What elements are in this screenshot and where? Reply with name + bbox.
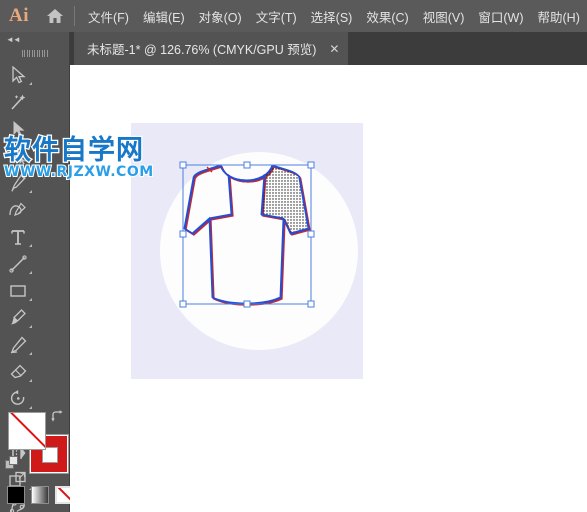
gradient-mode-button[interactable]: [31, 486, 49, 504]
document-tab-title: 未标题-1* @ 126.76% (CMYK/GPU 预览): [87, 43, 317, 57]
color-mode-button[interactable]: [7, 486, 25, 504]
paint-mode-row: [7, 486, 73, 504]
type-tool[interactable]: [1, 223, 35, 250]
document-tab[interactable]: 未标题-1* @ 126.76% (CMYK/GPU 预览) ✕: [74, 32, 349, 65]
none-slash-icon: [10, 413, 45, 449]
menu-file[interactable]: 文件(F): [81, 4, 136, 29]
menu-divider: [74, 6, 75, 26]
flyout-corner-icon: [29, 190, 32, 193]
flyout-corner-icon: [29, 82, 32, 85]
menu-effect[interactable]: 效果(C): [359, 4, 415, 29]
menu-window[interactable]: 窗口(W): [471, 4, 530, 29]
lasso-tool[interactable]: [1, 142, 35, 169]
menu-help[interactable]: 帮助(H): [531, 4, 587, 29]
fill-color-swatch[interactable]: [8, 412, 46, 450]
selection-tool[interactable]: [1, 61, 35, 88]
default-colors-icon[interactable]: [5, 456, 19, 470]
document-tab-bar: 未标题-1* @ 126.76% (CMYK/GPU 预览) ✕: [70, 32, 587, 65]
flyout-corner-icon: [29, 325, 32, 328]
rectangle-tool[interactable]: [1, 277, 35, 304]
flyout-corner-icon: [29, 352, 32, 355]
magic-wand-tool[interactable]: [1, 88, 35, 115]
artboard[interactable]: [131, 123, 363, 379]
menu-bar: Ai 文件(F) 编辑(E) 对象(O) 文字(T) 选择(S) 效果(C) 视…: [0, 0, 587, 32]
flyout-corner-icon: [29, 298, 32, 301]
line-segment-tool[interactable]: [1, 250, 35, 277]
menu-type[interactable]: 文字(T): [249, 4, 304, 29]
tshirt-paths: [183, 164, 311, 306]
curvature-tool[interactable]: [1, 196, 35, 223]
shaper-tool[interactable]: [1, 331, 35, 358]
color-controls: [0, 402, 73, 512]
close-icon[interactable]: ✕: [329, 43, 339, 55]
flyout-corner-icon: [29, 244, 32, 247]
pen-tool[interactable]: [1, 169, 35, 196]
flyout-corner-icon: [29, 379, 32, 382]
menu-select[interactable]: 选择(S): [304, 4, 360, 29]
illustrator-logo: Ai: [9, 5, 29, 26]
swap-fill-stroke-icon[interactable]: [51, 410, 64, 426]
menu-object[interactable]: 对象(O): [192, 4, 249, 29]
eraser-tool[interactable]: [1, 358, 35, 385]
paintbrush-tool[interactable]: [1, 304, 35, 331]
t-shirt-artwork[interactable]: [131, 123, 363, 379]
toolbar-drag-handle[interactable]: [0, 47, 69, 59]
default-fill-box: [9, 456, 18, 465]
flyout-corner-icon: [29, 271, 32, 274]
canvas-area[interactable]: [70, 65, 587, 512]
tools-panel: ◄◄: [0, 32, 73, 512]
menu-edit[interactable]: 编辑(E): [136, 4, 192, 29]
menu-view[interactable]: 视图(V): [416, 4, 472, 29]
toolbar-collapse-button[interactable]: ◄◄: [0, 32, 69, 47]
illustrator-window: Ai 文件(F) 编辑(E) 对象(O) 文字(T) 选择(S) 效果(C) 视…: [0, 0, 587, 512]
direct-selection-tool[interactable]: [1, 115, 35, 142]
home-icon[interactable]: [38, 8, 72, 24]
